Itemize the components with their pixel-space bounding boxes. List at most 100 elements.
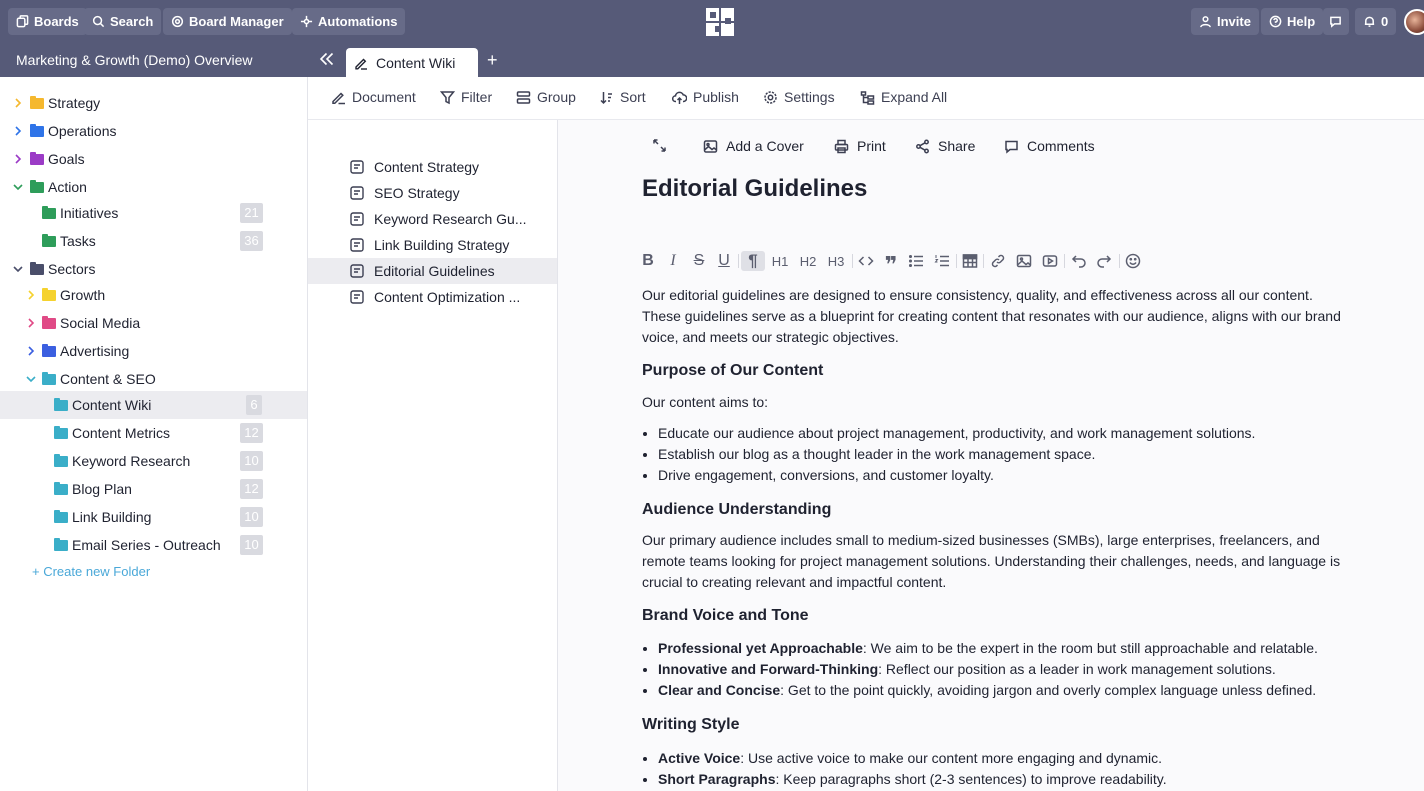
chevron-down-icon[interactable] (13, 182, 23, 192)
quote-button[interactable]: ❞ (882, 251, 900, 276)
heading2-button[interactable]: H2 (798, 251, 818, 271)
add-cover-button[interactable]: Add a Cover (703, 138, 804, 154)
expand-all-button[interactable]: Expand All (860, 89, 947, 105)
code-button[interactable] (857, 251, 875, 271)
settings-button[interactable]: Settings (763, 89, 835, 105)
group-icon (516, 90, 531, 104)
create-folder-link[interactable]: + Create new Folder (32, 564, 150, 579)
help-button[interactable]: Help (1261, 8, 1324, 35)
comments-button[interactable]: Comments (1004, 138, 1095, 154)
sidebar-item-label: Blog Plan (72, 481, 132, 497)
chevron-right-icon[interactable] (26, 290, 36, 300)
add-tab-button[interactable]: + (487, 51, 498, 69)
group-button[interactable]: Group (516, 89, 576, 105)
tab-label: Content Wiki (376, 54, 456, 71)
cloud-upload-icon (672, 91, 687, 104)
notifications-button[interactable]: 0 (1355, 8, 1397, 35)
redo-button[interactable] (1095, 251, 1113, 271)
workspace-title[interactable]: Marketing & Growth (Demo) Overview (16, 52, 253, 68)
collapse-sidebar-icon[interactable] (318, 50, 336, 68)
link-button[interactable] (989, 251, 1007, 271)
sidebar-item-content-wiki[interactable]: Content Wiki 6 (0, 391, 307, 419)
avatar[interactable] (1404, 9, 1424, 35)
doc-item-content-optimization[interactable]: Content Optimization ... (308, 284, 557, 310)
heading1-button[interactable]: H1 (770, 251, 790, 271)
doc-item-seo-strategy[interactable]: SEO Strategy (308, 180, 557, 206)
chevron-down-icon[interactable] (13, 264, 23, 274)
sidebar-item-tasks[interactable]: Tasks 36 (0, 227, 307, 255)
italic-button[interactable]: I (665, 251, 681, 271)
paragraph-button[interactable]: ¶ (741, 251, 765, 271)
chevron-right-icon[interactable] (26, 346, 36, 356)
doc-item-link-building[interactable]: Link Building Strategy (308, 232, 557, 258)
sidebar-item-blog-plan[interactable]: Blog Plan 12 (0, 475, 307, 503)
table-icon (962, 254, 978, 268)
print-button[interactable]: Print (834, 138, 886, 154)
chevron-right-icon[interactable] (13, 126, 23, 136)
fullscreen-button[interactable] (652, 138, 667, 153)
chevron-right-icon[interactable] (13, 154, 23, 164)
filter-label: Filter (461, 89, 493, 105)
bold-button[interactable]: B (640, 251, 656, 271)
bullet-list: Active Voice: Use active voice to make o… (642, 748, 1352, 790)
boards-button[interactable]: Boards (8, 8, 87, 35)
search-button[interactable]: Search (84, 8, 162, 35)
folder-icon (30, 95, 44, 109)
invite-button[interactable]: Invite (1191, 8, 1259, 35)
bullet-list-button[interactable] (907, 251, 925, 271)
chevron-down-icon[interactable] (26, 374, 36, 384)
doc-item-content-strategy[interactable]: Content Strategy (308, 154, 557, 180)
document-button[interactable]: Document (331, 89, 416, 105)
underline-button[interactable]: U (716, 251, 732, 271)
emoji-button[interactable] (1124, 251, 1142, 271)
table-button[interactable] (961, 251, 979, 271)
sidebar-item-advertising[interactable]: Advertising (0, 337, 307, 365)
numbered-list-button[interactable] (933, 251, 951, 271)
comment-icon (1005, 140, 1018, 154)
sidebar-item-label: Content Wiki (72, 397, 152, 413)
app-logo[interactable] (706, 8, 734, 36)
sidebar-item-action[interactable]: Action (0, 173, 307, 201)
image-icon (703, 139, 718, 153)
list-item-term: Active Voice (658, 750, 741, 766)
sidebar-item-growth[interactable]: Growth (0, 281, 307, 309)
document-title[interactable]: Editorial Guidelines (642, 175, 867, 203)
sort-button[interactable]: Sort (599, 89, 646, 105)
share-button[interactable]: Share (915, 138, 975, 154)
strikethrough-button[interactable]: S (691, 251, 707, 271)
tab-content-wiki[interactable]: Content Wiki (346, 48, 478, 77)
doc-item-keyword-research[interactable]: Keyword Research Gu... (308, 206, 557, 232)
undo-button[interactable] (1070, 251, 1088, 271)
insert-video-button[interactable] (1041, 251, 1059, 271)
expand-all-label: Expand All (881, 89, 948, 105)
sidebar-item-email-series[interactable]: Email Series - Outreach 10 (0, 531, 307, 559)
smiley-icon (1125, 253, 1141, 269)
sidebar-item-strategy[interactable]: Strategy (0, 89, 307, 117)
sidebar-item-social-media[interactable]: Social Media (0, 309, 307, 337)
heading3-button[interactable]: H3 (826, 251, 846, 271)
sidebar-item-goals[interactable]: Goals (0, 145, 307, 173)
chevron-right-icon[interactable] (13, 98, 23, 108)
publish-button[interactable]: Publish (672, 89, 739, 105)
section-heading: Audience Understanding (642, 501, 832, 518)
document-icon (350, 160, 364, 174)
sidebar-item-operations[interactable]: Operations (0, 117, 307, 145)
separator (1119, 254, 1120, 268)
sidebar-item-initiatives[interactable]: Initiatives 21 (0, 199, 307, 227)
sidebar-item-keyword-research[interactable]: Keyword Research 10 (0, 447, 307, 475)
sidebar-item-link-building[interactable]: Link Building 10 (0, 503, 307, 531)
sidebar-item-content-metrics[interactable]: Content Metrics 12 (0, 419, 307, 447)
sidebar-item-label: Advertising (60, 343, 130, 359)
chevron-right-icon[interactable] (26, 318, 36, 328)
doc-item-editorial-guidelines[interactable]: Editorial Guidelines (308, 258, 557, 284)
insert-image-button[interactable] (1015, 251, 1033, 271)
sidebar-item-sectors[interactable]: Sectors (0, 255, 307, 283)
edit-icon (355, 58, 367, 70)
automations-button[interactable]: Automations (292, 8, 406, 35)
sidebar-item-content-seo[interactable]: Content & SEO (0, 365, 307, 393)
list-item: Clear and Concise: Get to the point quic… (658, 680, 1352, 701)
board-manager-button[interactable]: Board Manager (163, 8, 292, 35)
filter-button[interactable]: Filter (440, 89, 492, 105)
messages-button[interactable] (1323, 8, 1349, 35)
folder-icon (42, 371, 56, 385)
